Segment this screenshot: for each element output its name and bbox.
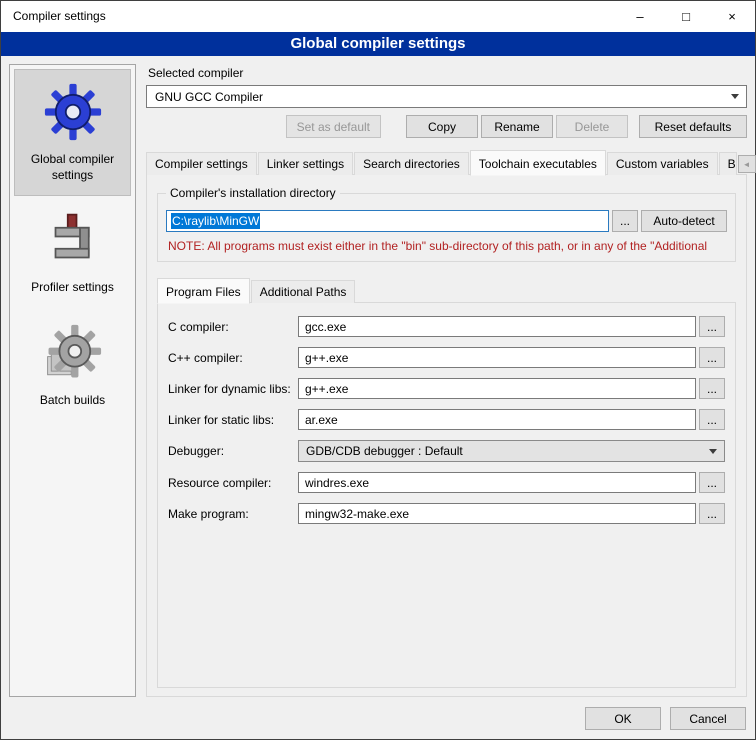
dialog-content: Global compiler settings Profiler settin… [1,56,755,705]
static-linker-input[interactable]: ar.exe [298,409,696,430]
tab-search-directories[interactable]: Search directories [354,152,469,175]
copy-button[interactable]: Copy [406,115,478,138]
static-linker-row: Linker for static libs: ar.exe ... [168,409,725,430]
rename-button[interactable]: Rename [481,115,553,138]
resource-compiler-row: Resource compiler: windres.exe ... [168,472,725,493]
minimize-button[interactable]: – [617,1,663,32]
blue-gear-icon [41,80,105,144]
tab-toolchain-executables[interactable]: Toolchain executables [470,150,606,176]
compiler-settings-dialog: Compiler settings – □ × Global compiler … [0,0,756,740]
compiler-select-value: GNU GCC Compiler [155,90,731,104]
settings-tab-strip: Compiler settings Linker settings Search… [146,150,747,175]
auto-detect-button[interactable]: Auto-detect [641,210,727,232]
title-bar[interactable]: Compiler settings – □ × [1,1,755,32]
tab-additional-paths[interactable]: Additional Paths [251,280,356,303]
tab-compiler-settings[interactable]: Compiler settings [146,152,257,175]
delete-button[interactable]: Delete [556,115,628,138]
compiler-select[interactable]: GNU GCC Compiler [146,85,747,108]
selected-path-text: C:\raylib\MinGW [171,213,260,229]
dialog-footer: OK Cancel [1,705,755,739]
installation-directory-group: Compiler's installation directory C:\ray… [157,193,736,262]
browse-button[interactable]: ... [699,472,725,493]
dynamic-linker-input[interactable]: g++.exe [298,378,696,399]
tab-scroll-left-icon[interactable]: ◄ [738,155,756,173]
chevron-down-icon [731,94,739,99]
make-program-label: Make program: [168,507,298,521]
page-title: Global compiler settings [1,32,755,56]
debugger-select-value: GDB/CDB debugger : Default [306,444,709,458]
gray-gear-icon [41,321,105,385]
installation-directory-input[interactable]: C:\raylib\MinGW [166,210,609,232]
browse-button[interactable]: ... [699,316,725,337]
sidebar-item-global-compiler-settings[interactable]: Global compiler settings [14,69,131,196]
make-program-input[interactable]: mingw32-make.exe [298,503,696,524]
toolchain-executables-pane: Compiler's installation directory C:\ray… [146,174,747,697]
installation-directory-row: C:\raylib\MinGW ... Auto-detect [166,210,727,232]
cpp-compiler-input[interactable]: g++.exe [298,347,696,368]
selected-compiler-label: Selected compiler [148,66,747,80]
sidebar-item-batch-builds[interactable]: Batch builds [14,310,131,422]
sidebar-item-label: Global compiler settings [17,152,128,183]
tab-custom-variables[interactable]: Custom variables [607,152,718,175]
tab-scroll-buttons: ◄ ► [738,155,756,173]
set-as-default-button[interactable]: Set as default [286,115,381,138]
chevron-down-icon [709,449,717,454]
bin-subdirectory-note: NOTE: All programs must exist either in … [168,239,725,253]
resource-compiler-input[interactable]: windres.exe [298,472,696,493]
debugger-select[interactable]: GDB/CDB debugger : Default [298,440,725,462]
cpp-compiler-label: C++ compiler: [168,351,298,365]
dynamic-linker-label: Linker for dynamic libs: [168,382,298,396]
program-files-tab-strip: Program Files Additional Paths [157,278,736,303]
browse-button[interactable]: ... [699,503,725,524]
compiler-actions: Set as default Copy Rename Delete Reset … [146,115,747,138]
sidebar-item-label: Profiler settings [17,280,128,296]
ok-button[interactable]: OK [585,707,661,730]
browse-button[interactable]: ... [699,347,725,368]
sidebar-item-label: Batch builds [17,393,128,409]
main-panel: Selected compiler GNU GCC Compiler Set a… [146,64,747,697]
debugger-label: Debugger: [168,444,298,458]
settings-sidebar: Global compiler settings Profiler settin… [9,64,136,697]
maximize-button[interactable]: □ [663,1,709,32]
c-compiler-input[interactable]: gcc.exe [298,316,696,337]
dynamic-linker-row: Linker for dynamic libs: g++.exe ... [168,378,725,399]
tab-linker-settings[interactable]: Linker settings [258,152,353,175]
installation-directory-label: Compiler's installation directory [166,186,340,200]
cpp-compiler-row: C++ compiler: g++.exe ... [168,347,725,368]
close-button[interactable]: × [709,1,755,32]
resource-compiler-label: Resource compiler: [168,476,298,490]
make-program-row: Make program: mingw32-make.exe ... [168,503,725,524]
window-title: Compiler settings [1,1,106,32]
browse-button[interactable]: ... [699,378,725,399]
sidebar-item-profiler-settings[interactable]: Profiler settings [14,197,131,309]
clamp-icon [41,208,105,272]
program-files-pane: C compiler: gcc.exe ... C++ compiler: g+… [157,302,736,688]
browse-directory-button[interactable]: ... [612,210,638,232]
reset-defaults-button[interactable]: Reset defaults [639,115,747,138]
window-controls: – □ × [617,1,755,32]
debugger-row: Debugger: GDB/CDB debugger : Default [168,440,725,462]
cancel-button[interactable]: Cancel [670,707,746,730]
static-linker-label: Linker for static libs: [168,413,298,427]
c-compiler-row: C compiler: gcc.exe ... [168,316,725,337]
browse-button[interactable]: ... [699,409,725,430]
c-compiler-label: C compiler: [168,320,298,334]
tab-build[interactable]: Build [719,152,737,175]
tab-program-files[interactable]: Program Files [157,278,250,304]
